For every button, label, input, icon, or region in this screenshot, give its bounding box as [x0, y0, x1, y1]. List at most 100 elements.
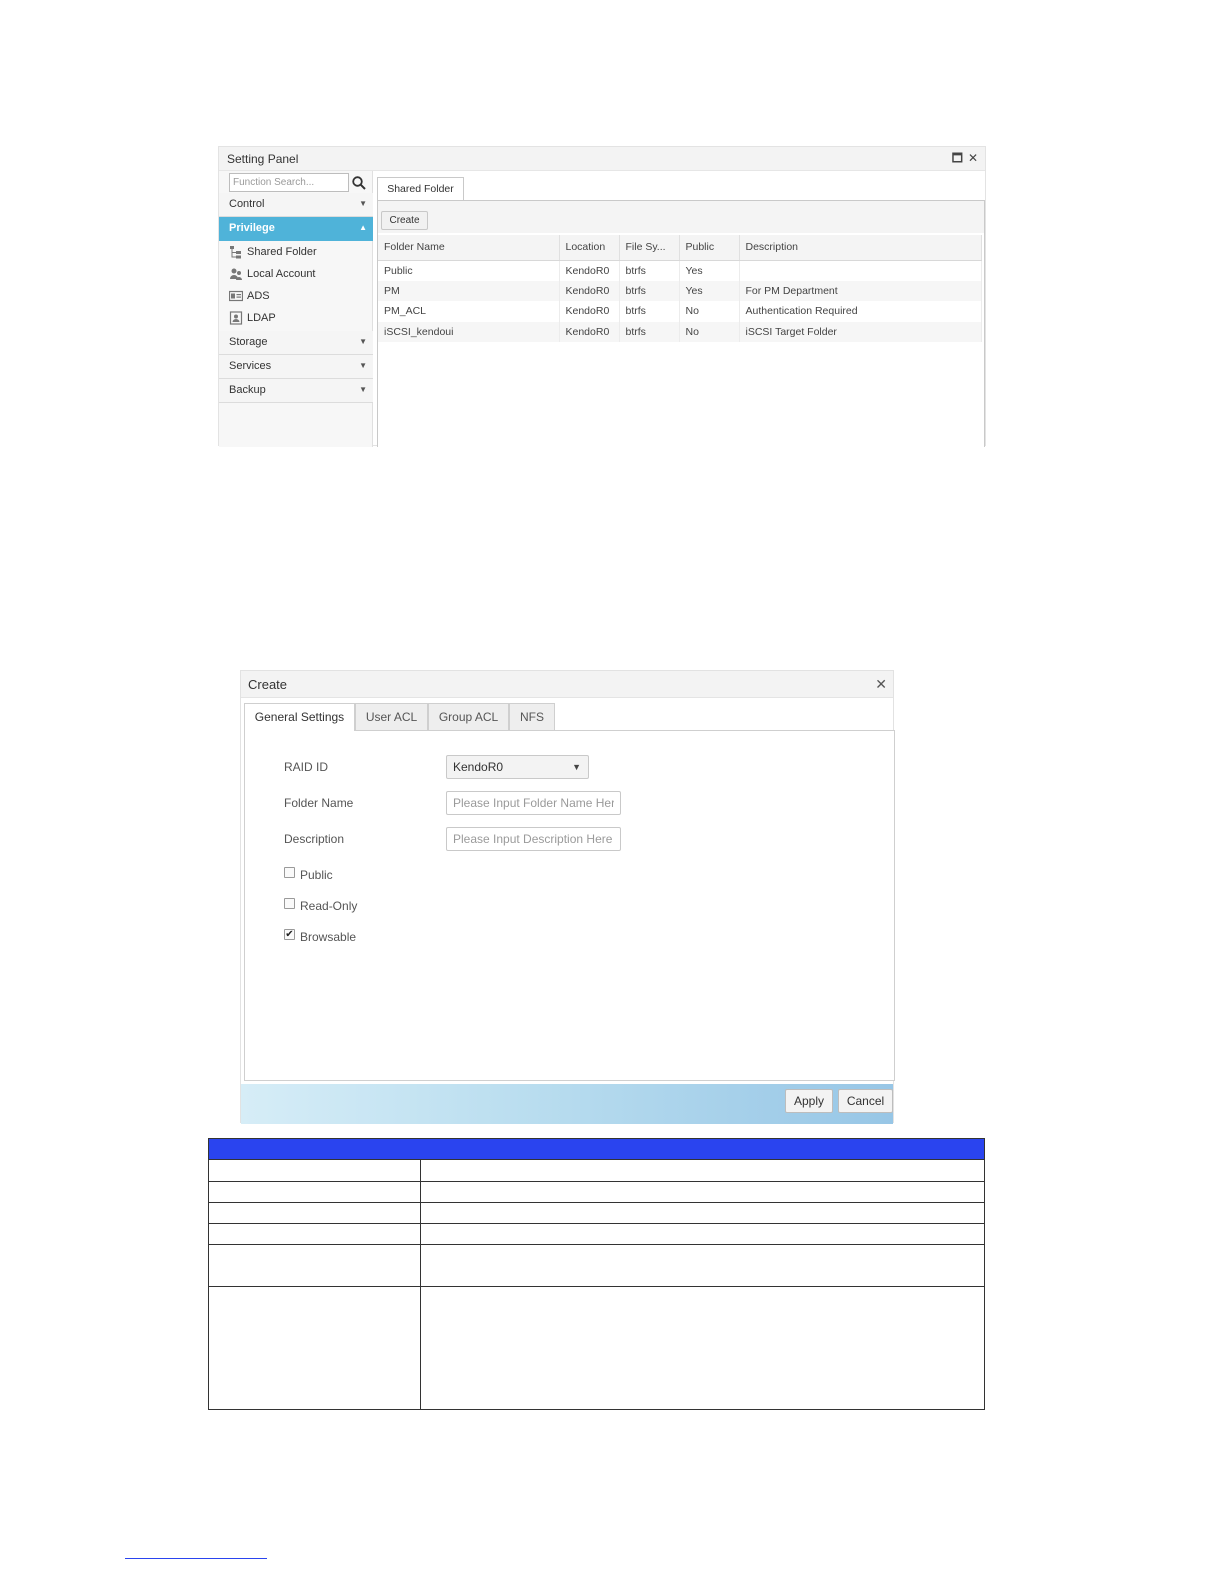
raid-id-select[interactable]: KendoR0 ▼: [446, 755, 589, 779]
sidebar-item-label: ADS: [247, 290, 270, 302]
checkbox-box[interactable]: [284, 867, 295, 878]
dialog-footer: Apply Cancel: [241, 1084, 893, 1124]
nav-control[interactable]: Control ▼: [219, 193, 373, 217]
apply-button[interactable]: Apply: [785, 1089, 833, 1113]
nav-backup[interactable]: Backup ▼: [219, 379, 373, 403]
grid-toolbar: Create: [378, 201, 984, 233]
cell-location: KendoR0: [559, 301, 620, 322]
setting-panel-titlebar: Setting Panel 🗖 ✕: [219, 147, 985, 171]
shared-folder-panel: Create Folder Name Location File Sy... P…: [377, 200, 985, 447]
tab-group-acl[interactable]: Group ACL: [428, 703, 509, 730]
table-header-bar: [209, 1139, 984, 1160]
sidebar-item-ldap[interactable]: LDAP: [229, 309, 369, 329]
checkbox-box[interactable]: ✔: [284, 929, 295, 940]
cell-file-system: btrfs: [619, 301, 680, 322]
description-table: [208, 1138, 985, 1410]
sidebar-item-local-account[interactable]: Local Account: [229, 265, 369, 285]
sidebar-item-ads[interactable]: ADS: [229, 287, 369, 307]
table-row[interactable]: Public KendoR0 btrfs Yes: [378, 260, 982, 281]
nav-privilege[interactable]: Privilege ▲: [219, 217, 373, 241]
cell-file-system: btrfs: [619, 321, 680, 342]
nav-services[interactable]: Services ▼: [219, 355, 373, 379]
cell-folder-name: PM: [378, 280, 560, 301]
id-card-icon: [229, 290, 243, 302]
column-header-public[interactable]: Public: [679, 235, 740, 261]
sidebar-item-label: Local Account: [247, 268, 316, 280]
table-column-divider: [420, 1160, 421, 1410]
table-row[interactable]: PM KendoR0 btrfs Yes For PM Department: [378, 280, 982, 301]
content-area: Shared Folder Create Folder Name Locatio…: [377, 171, 985, 447]
directory-icon: [229, 311, 243, 325]
sidebar-item-shared-folder[interactable]: Shared Folder: [229, 243, 369, 263]
cell-public: Yes: [679, 280, 740, 301]
sidebar-item-label: Shared Folder: [247, 246, 317, 258]
cell-location: KendoR0: [559, 260, 620, 281]
checkbox-label: Public: [300, 868, 333, 882]
create-button[interactable]: Create: [381, 211, 428, 230]
folder-name-label: Folder Name: [284, 796, 354, 810]
column-header-description[interactable]: Description: [739, 235, 982, 261]
setting-panel-window: Setting Panel 🗖 ✕ Control ▼ Privilege ▲ …: [218, 146, 986, 447]
nav-storage[interactable]: Storage ▼: [219, 331, 373, 355]
cell-file-system: btrfs: [619, 280, 680, 301]
chevron-down-icon: ▼: [359, 199, 367, 208]
folder-name-input[interactable]: [446, 791, 621, 815]
dialog-title: Create: [248, 677, 288, 692]
create-dialog: Create ✕ General Settings User ACL Group…: [240, 670, 895, 1124]
function-search-input[interactable]: [229, 173, 349, 192]
cell-public: Yes: [679, 260, 740, 281]
cell-description: [739, 260, 982, 281]
maximize-icon[interactable]: 🗖: [952, 151, 963, 165]
search-icon[interactable]: [351, 175, 367, 191]
cancel-button[interactable]: Cancel: [838, 1089, 893, 1113]
general-settings-panel: RAID ID KendoR0 ▼ Folder Name Descriptio…: [244, 730, 895, 1081]
chevron-down-icon: ▼: [359, 385, 367, 394]
table-divider: [209, 1202, 984, 1203]
cell-location: KendoR0: [559, 321, 620, 342]
nav-privilege-label: Privilege: [229, 222, 275, 234]
cell-file-system: btrfs: [619, 260, 680, 281]
cell-description: For PM Department: [739, 280, 982, 301]
tab-general-settings[interactable]: General Settings: [244, 703, 355, 731]
close-icon[interactable]: ✕: [875, 676, 887, 693]
nav-services-label: Services: [229, 360, 272, 372]
table-header-row: Folder Name Location File Sy... Public D…: [378, 235, 982, 261]
cell-location: KendoR0: [559, 280, 620, 301]
sidebar-item-label: LDAP: [247, 312, 276, 324]
checkbox-box[interactable]: [284, 898, 295, 909]
description-input[interactable]: [446, 827, 621, 851]
checkbox-label: Read-Only: [300, 899, 358, 913]
table-divider: [209, 1244, 984, 1245]
column-header-folder-name[interactable]: Folder Name: [378, 235, 560, 261]
cell-description: Authentication Required: [739, 301, 982, 322]
cell-folder-name: PM_ACL: [378, 301, 560, 322]
table-row[interactable]: iSCSI_kendoui KendoR0 btrfs No iSCSI Tar…: [378, 321, 982, 342]
tab-nfs[interactable]: NFS: [509, 703, 555, 730]
chevron-down-icon: ▼: [572, 762, 581, 772]
table-row[interactable]: PM_ACL KendoR0 btrfs No Authentication R…: [378, 301, 982, 322]
chevron-down-icon: ▼: [359, 337, 367, 346]
close-icon[interactable]: ✕: [968, 151, 978, 165]
users-icon: [230, 268, 242, 280]
table-divider: [209, 1181, 984, 1182]
table-divider: [209, 1223, 984, 1224]
chevron-up-icon: ▲: [359, 223, 367, 232]
cell-public: No: [679, 321, 740, 342]
tab-user-acl[interactable]: User ACL: [355, 703, 428, 730]
shared-folder-table: Folder Name Location File Sy... Public D…: [378, 235, 982, 342]
description-label: Description: [284, 832, 345, 846]
column-header-file-system[interactable]: File Sy...: [619, 235, 680, 261]
setting-panel-title: Setting Panel: [227, 152, 299, 166]
footer-link-underline[interactable]: [125, 1558, 267, 1559]
sidebar: Control ▼ Privilege ▲ Shared Folder Loca…: [219, 171, 373, 447]
folder-tree-icon: [230, 246, 241, 259]
checkbox-label: Browsable: [300, 930, 357, 944]
raid-id-value: KendoR0: [453, 760, 504, 774]
column-header-location[interactable]: Location: [559, 235, 620, 261]
cell-public: No: [679, 301, 740, 322]
cell-description: iSCSI Target Folder: [739, 321, 982, 342]
cell-folder-name: iSCSI_kendoui: [378, 321, 560, 342]
tab-shared-folder[interactable]: Shared Folder: [377, 177, 464, 200]
dialog-titlebar: Create ✕: [241, 671, 893, 698]
nav-storage-label: Storage: [229, 336, 268, 348]
